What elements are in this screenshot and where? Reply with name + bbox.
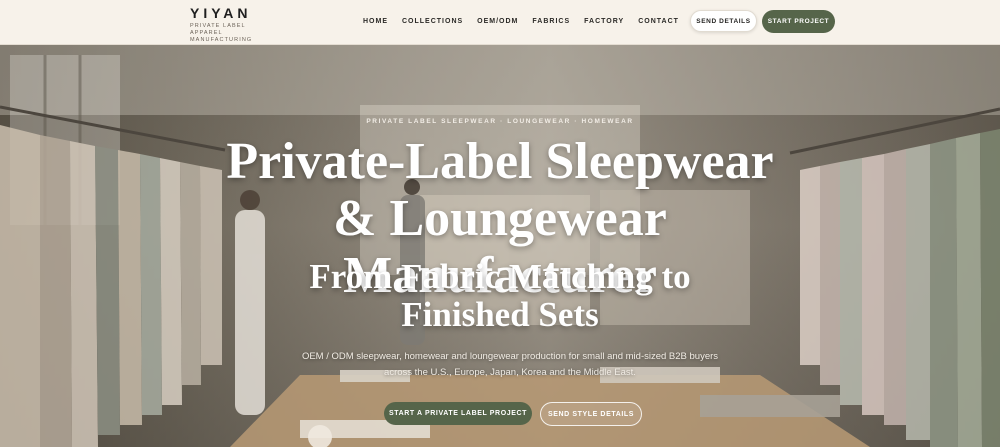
start-private-label-project-button[interactable]: START A PRIVATE LABEL PROJECT xyxy=(384,402,532,425)
start-project-button[interactable]: START PROJECT xyxy=(762,10,835,33)
brand-logo[interactable]: YIYAN PRIVATE LABEL APPAREL MANUFACTURIN… xyxy=(190,5,280,44)
nav-item-factory[interactable]: FACTORY xyxy=(584,17,624,26)
hero-eyebrow: PRIVATE LABEL SLEEPWEAR · LOUNGEWEAR · H… xyxy=(366,118,634,125)
main-nav: HOME COLLECTIONS OEM/ODM FABRICS FACTORY… xyxy=(363,17,693,26)
send-details-button[interactable]: SEND DETAILS xyxy=(690,10,757,32)
hero-subtitle: From Fabric Matching to Finished Sets xyxy=(309,257,691,334)
brand-name: YIYAN xyxy=(190,5,252,21)
hero-description: OEM / ODM sleepwear, homewear and lounge… xyxy=(301,351,719,378)
nav-item-contact[interactable]: CONTACT xyxy=(638,17,679,26)
site-header: YIYAN PRIVATE LABEL APPAREL MANUFACTURIN… xyxy=(0,0,1000,45)
hero-section: PRIVATE LABEL SLEEPWEAR · LOUNGEWEAR · H… xyxy=(0,45,1000,447)
nav-item-fabrics[interactable]: FABRICS xyxy=(532,17,570,26)
nav-item-home[interactable]: HOME xyxy=(363,17,388,26)
send-style-details-button[interactable]: SEND STYLE DETAILS xyxy=(540,402,642,426)
nav-item-collections[interactable]: COLLECTIONS xyxy=(402,17,463,26)
brand-tagline: PRIVATE LABEL APPAREL MANUFACTURING xyxy=(190,23,253,43)
nav-item-oem-odm[interactable]: OEM/ODM xyxy=(477,17,518,26)
